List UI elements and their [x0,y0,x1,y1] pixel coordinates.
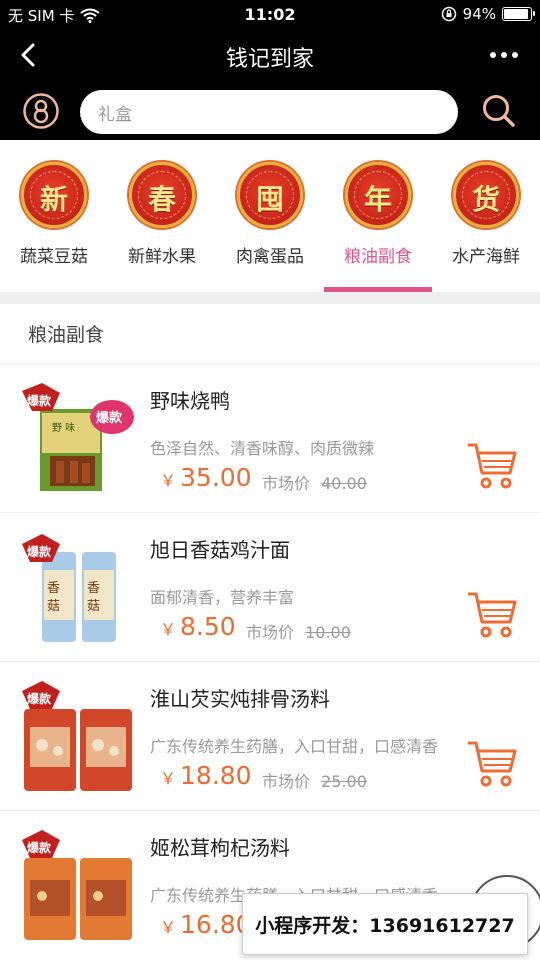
svg-text:野 味: 野 味 [52,422,75,434]
more-dots-icon[interactable] [490,52,518,58]
price-value: 18.80 [180,761,252,790]
category-item-fruits[interactable]: 春 新鲜水果 [108,162,216,267]
product-price: ￥ 18.80 [160,761,252,790]
search-placeholder: 礼盒 [98,104,132,125]
category-label: 水产海鲜 [452,247,520,267]
svg-text:菇: 菇 [47,599,60,614]
product-name: 野味烧鸭 [150,389,230,413]
category-label: 新鲜水果 [128,247,196,267]
orientation-lock-icon [441,6,456,22]
market-price-value: 10.00 [305,623,351,642]
section-title: 粮油副食 [28,324,105,346]
product-image-mushroom-soup: 爆款 [22,830,132,940]
user-icon[interactable] [22,92,60,130]
search-icon[interactable] [480,92,518,130]
hot-badge-text: 爆款 [27,544,52,559]
market-price: 市场价 10.00 [246,619,351,643]
category-badge-char: 囤 [255,183,284,216]
category-badge-icon: 年 [345,162,411,228]
market-price: 市场价 40.00 [262,470,367,494]
product-price: ￥ 16.80 [160,910,252,939]
product-desc: 面郁清香，营养丰富 [150,588,295,607]
category-label: 粮油副食 [344,247,412,267]
category-item-vegetables[interactable]: 新 蔬菜豆菇 [0,162,108,267]
divider [0,292,540,304]
hot-badge-text: 爆款 [27,691,52,706]
svg-text:香: 香 [47,581,60,596]
category-badge-char: 年 [363,183,392,216]
price-value: 8.50 [180,612,236,641]
currency-symbol: ￥ [160,471,177,490]
currency-symbol: ￥ [160,918,177,937]
battery-level [504,9,529,19]
category-badge-icon: 货 [453,162,519,228]
category-bar: 新 蔬菜豆菇 春 新鲜水果 囤 肉禽蛋品 年 粮油副食 货 水产海鲜 [0,140,540,292]
promo-banner: 小程序开发：13691612727 [242,893,528,955]
dot [501,52,507,58]
cart-icon[interactable] [466,739,518,789]
category-item-meat[interactable]: 囤 肉禽蛋品 [216,162,324,267]
product-name: 旭日香菇鸡汁面 [150,538,290,562]
battery-icon [502,7,535,21]
product-name: 姬松茸枸杞汤料 [150,836,290,860]
product-item[interactable]: 香 香 菇 菇 爆款 旭日香菇鸡汁面 面郁清香，营养丰富 ￥ 8.50 市场价 … [0,514,540,662]
market-price-value: 40.00 [321,474,367,493]
dot [490,52,496,58]
svg-text:香: 香 [87,581,100,596]
product-price: ￥ 35.00 [160,463,252,492]
category-label: 肉禽蛋品 [236,247,304,267]
category-badge-char: 春 [147,183,176,216]
price-value: 35.00 [180,463,252,492]
category-item-seafood[interactable]: 货 水产海鲜 [432,162,540,267]
market-price-label: 市场价 [262,474,311,493]
category-badge-char: 新 [39,183,68,216]
product-image-soup-pack: 爆款 [22,681,132,791]
market-price-label: 市场价 [246,623,295,642]
product-item[interactable]: 野 味 爆款 爆款 野味烧鸭 色泽自然、清香味醇、肉质微辣 ￥ 35.00 市场… [0,365,540,513]
hot-badge-text: 爆款 [27,393,52,408]
category-badge-icon: 新 [21,162,87,228]
product-name: 淮山芡实炖排骨汤料 [150,687,330,711]
hot-badge-text: 爆款 [96,410,123,426]
product-price: ￥ 8.50 [160,612,236,641]
battery-percent: 94% [462,5,496,23]
market-price: 市场价 25.00 [262,768,367,792]
cart-icon[interactable] [466,590,518,640]
category-badge-icon: 春 [129,162,195,228]
category-badge-char: 货 [471,183,500,216]
product-desc: 广东传统养生药膳，入口甘甜，口感清香 [150,737,439,756]
svg-text:菇: 菇 [87,599,100,614]
search-input[interactable]: 礼盒 [80,90,458,134]
product-item[interactable]: 爆款 淮山芡实炖排骨汤料 广东传统养生药膳，入口甘甜，口感清香 ￥ 18.80 … [0,663,540,811]
status-bar: 无 SIM 卡 11:02 94% [0,0,540,30]
status-right: 94% [441,5,535,23]
category-badge-icon: 囤 [237,162,303,228]
category-item-grains[interactable]: 年 粮油副食 [324,162,432,267]
currency-symbol: ￥ [160,620,177,639]
hot-badge-text: 爆款 [27,840,52,855]
category-label: 蔬菜豆菇 [20,247,88,267]
price-value: 16.80 [180,910,252,939]
cart-icon[interactable] [466,441,518,491]
dot [512,52,518,58]
nav-bar: 钱记到家 [0,30,540,82]
market-price-value: 25.00 [321,772,367,791]
search-row: 礼盒 [0,82,540,140]
currency-symbol: ￥ [160,769,177,788]
product-image-mushroom-noodles: 香 香 菇 菇 爆款 [22,534,116,642]
product-image-roast-duck: 野 味 爆款 爆款 [22,383,134,491]
page-title: 钱记到家 [225,47,314,72]
product-desc: 色泽自然、清香味醇、肉质微辣 [150,439,375,458]
market-price-label: 市场价 [262,772,311,791]
